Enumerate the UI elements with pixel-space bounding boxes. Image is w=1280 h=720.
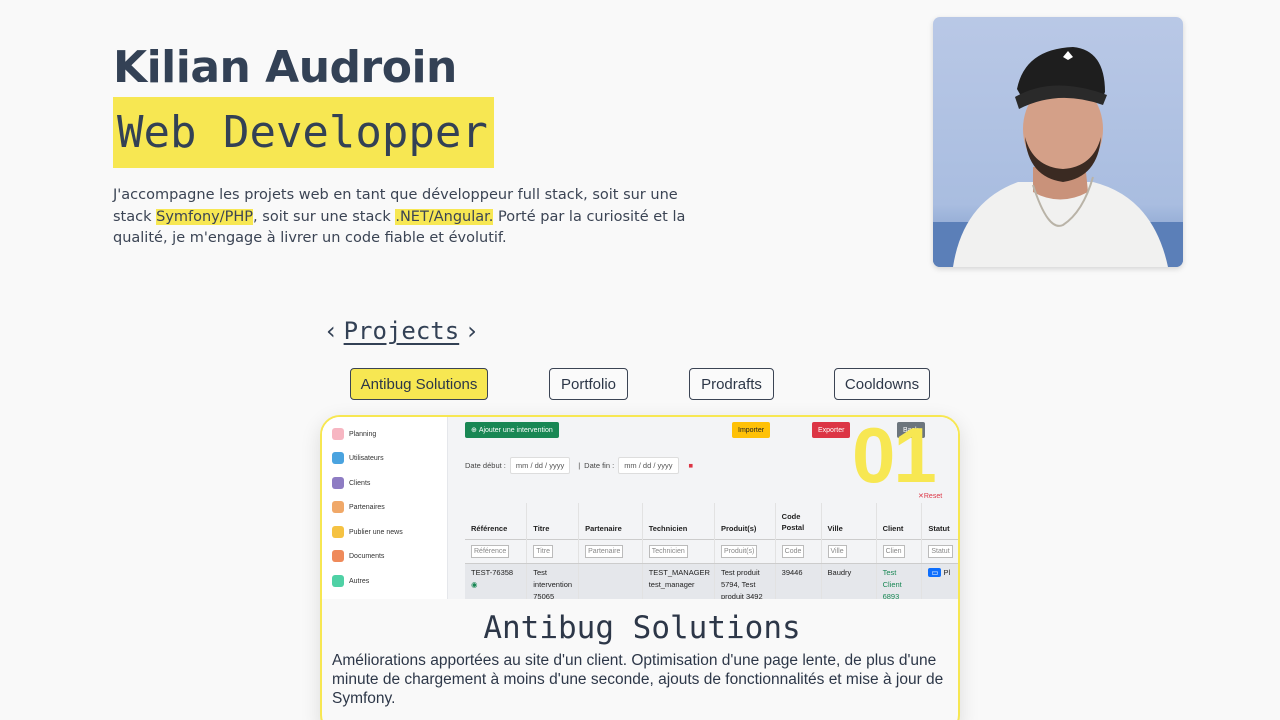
projects-header: ‹ Projects › [326, 316, 477, 346]
sidebar-item: Utilisateurs [332, 452, 384, 464]
export-button: Exporter [812, 422, 851, 438]
date-end-field: mm / dd / yyyy [618, 457, 679, 474]
sidebar-item: Autres [332, 575, 369, 587]
project-card[interactable]: Planning Utilisateurs Clients Partenaire… [320, 415, 960, 720]
sidebar-item-label: Documents [349, 552, 385, 560]
status-value: Pl [943, 567, 951, 577]
filter-input: Clien [882, 544, 905, 558]
filter-input: Ville [827, 544, 847, 558]
hero-intro: J'accompagne les projets web en tant que… [113, 185, 713, 250]
sidebar-item-label: Publier une news [349, 528, 403, 536]
filter-input: Partenaire [585, 544, 624, 558]
sidebar-item-label: Clients [349, 479, 371, 487]
project-title: Antibug Solutions [483, 610, 801, 646]
tab-portfolio[interactable]: Portfolio [549, 368, 628, 400]
tab-cooldowns[interactable]: Cooldowns [834, 368, 930, 400]
column-header: Code Postal [775, 503, 822, 539]
filter-input: Statut [928, 544, 953, 558]
document-icon [332, 550, 344, 562]
sidebar-item-label: Autres [349, 577, 370, 585]
column-header: Produit(s) [714, 503, 776, 539]
column-header: Référence [465, 503, 528, 539]
chevron-right-icon[interactable]: › [467, 316, 477, 346]
filter-input: Titre [533, 544, 554, 558]
more-icon [332, 575, 344, 587]
sidebar-item: Partenaires [332, 501, 385, 513]
hero-name: Kilian Audroin [113, 42, 457, 93]
project-description: Améliorations apportées au site d'un cli… [332, 652, 944, 707]
cell-code-postal: 39446 [775, 563, 822, 599]
date-end-label: Date fin : [584, 461, 615, 470]
table-header-row: Référence Titre Partenaire Technicien Pr… [465, 503, 958, 539]
cell-reference: TEST-76358 ◉ [465, 563, 528, 599]
date-filter: Date début : mm / dd / yyyy | Date fin :… [465, 457, 693, 474]
calendar-icon [332, 428, 344, 440]
intro-text: , soit sur une stack [253, 208, 396, 225]
button-label: Ajouter une intervention [478, 426, 553, 434]
cell-client: Test Client 6893 [876, 563, 923, 599]
filter-input: Technicien [648, 544, 688, 558]
column-header: Partenaire [578, 503, 643, 539]
cell-statut: ▭ Pl [921, 563, 958, 599]
trash-icon: ■ [688, 461, 694, 470]
users-icon [332, 452, 344, 464]
sidebar-item: Documents [332, 550, 384, 562]
sidebar-item: Publier une news [332, 526, 403, 538]
filter-input: Référence [471, 544, 510, 558]
sidebar-item: Planning [332, 428, 376, 440]
hero-role: Web Developper [113, 97, 494, 168]
column-header: Client [876, 503, 923, 539]
cell-produits: Test produit 5794, Test produit 3492 [714, 563, 776, 599]
project-number: 01 [852, 417, 937, 499]
cell-partenaire [578, 563, 643, 599]
chevron-left-icon[interactable]: ‹ [326, 316, 336, 346]
interventions-table: Référence Titre Partenaire Technicien Pr… [465, 503, 958, 599]
status-icon: ▭ [928, 567, 942, 577]
filter-input: Code [781, 544, 805, 558]
column-header: Ville [821, 503, 877, 539]
eye-icon: ◉ [471, 579, 478, 589]
add-intervention-button: ⊕ Ajouter une intervention [465, 422, 559, 438]
filter-input: Produit(s) [720, 544, 758, 558]
button-label: Importer [738, 426, 765, 434]
projects-title: Projects [343, 317, 460, 345]
cell-ville: Baudry [821, 563, 877, 599]
column-header: Statut [921, 503, 958, 539]
date-start-label: Date début : [465, 461, 506, 470]
news-icon [332, 526, 344, 538]
column-header: Technicien [642, 503, 715, 539]
tab-antibug-solutions[interactable]: Antibug Solutions [350, 368, 488, 400]
tab-prodrafts[interactable]: Prodrafts [689, 368, 774, 400]
profile-photo [933, 17, 1183, 267]
screenshot-sidebar: Planning Utilisateurs Clients Partenaire… [322, 417, 448, 599]
table-row: TEST-76358 ◉ Test intervention 75065 TEST… [465, 563, 958, 599]
handshake-icon [332, 501, 344, 513]
cell-technicien: TEST_MANAGER test_manager [642, 563, 715, 599]
sidebar-item: Clients [332, 477, 370, 489]
stack-dotnet-highlight: .NET/Angular. [395, 208, 494, 225]
table-filter-row: Référence Titre Partenaire Technicien Pr… [465, 538, 958, 564]
sidebar-item-label: Partenaires [349, 503, 385, 511]
sidebar-item-label: Utilisateurs [349, 454, 384, 462]
button-label: Exporter [818, 426, 845, 434]
project-screenshot: Planning Utilisateurs Clients Partenaire… [322, 417, 958, 599]
column-header: Titre [526, 503, 580, 539]
cell-titre: Test intervention 75065 [526, 563, 580, 599]
import-button: Importer [732, 422, 771, 438]
sidebar-item-label: Planning [349, 430, 377, 438]
stack-symfony-highlight: Symfony/PHP [156, 208, 254, 225]
user-icon [332, 477, 344, 489]
reference-value: TEST-76358 [471, 567, 514, 577]
date-start-field: mm / dd / yyyy [509, 457, 571, 474]
